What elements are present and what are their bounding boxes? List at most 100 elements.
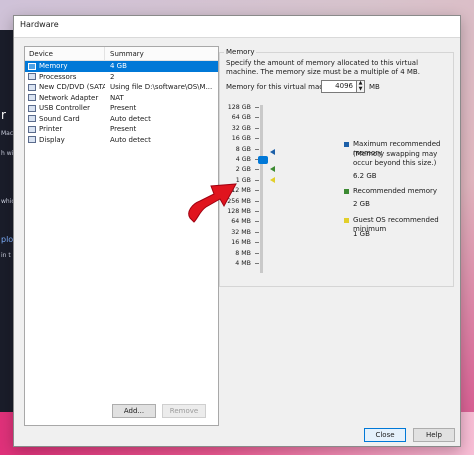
remove-button[interactable]: Remove <box>162 404 206 418</box>
dialog-titlebar[interactable]: Hardware <box>14 16 460 38</box>
background-text-fragment: r <box>1 108 6 122</box>
memory-icon <box>28 62 36 70</box>
annotation-arrow-icon <box>188 183 237 223</box>
device-summary: Auto detect <box>110 114 151 123</box>
annotation-arrow-shape <box>188 183 237 223</box>
device-summary: NAT <box>110 93 124 102</box>
background-app-strip: r Mac h wi which plo in t <box>0 30 18 420</box>
device-summary: Present <box>110 104 137 112</box>
device-row[interactable]: Printer Present <box>25 124 218 135</box>
add-button[interactable]: Add... <box>112 404 156 418</box>
device-row[interactable]: Display Auto detect <box>25 135 218 146</box>
device-name: Sound Card <box>39 114 80 123</box>
device-summary: Auto detect <box>110 135 151 144</box>
device-row[interactable]: New CD/DVD (SATA) Using file D:\software\… <box>25 82 218 93</box>
background-text-fragment: h wi <box>1 150 14 157</box>
sound-card-icon <box>28 115 36 123</box>
memory-group: Memory Specify the amount of memory allo… <box>219 48 454 287</box>
memory-description: Specify the amount of memory allocated t… <box>226 59 420 76</box>
max-recommended-value: 6.2 GB <box>353 172 377 180</box>
memory-input[interactable]: 4096 <box>321 80 357 93</box>
memory-tick-mark <box>255 211 259 212</box>
memory-tick-label: 32 MB <box>231 228 251 236</box>
memory-tick-label: 2 GB <box>235 166 251 174</box>
help-button[interactable]: Help <box>413 428 455 442</box>
device-name: Printer <box>39 125 63 133</box>
device-list-header: Device Summary <box>25 47 218 61</box>
memory-tick-mark <box>255 263 259 264</box>
usb-icon <box>28 104 36 112</box>
memory-tick-label: 128 GB <box>227 104 251 111</box>
memory-group-title: Memory <box>224 48 257 56</box>
guest-minimum-marker <box>270 176 275 183</box>
background-text-fragment: in t <box>1 252 11 259</box>
device-row[interactable]: USB Controller Present <box>25 103 218 114</box>
memory-tick-mark <box>255 148 259 150</box>
device-cell: Sound Card <box>25 114 105 125</box>
memory-tick-mark <box>255 200 259 202</box>
memory-tick-label: 16 GB <box>231 135 251 143</box>
device-cell: Printer <box>25 124 105 135</box>
memory-tick-label: 8 GB <box>235 145 251 153</box>
device-row[interactable]: Memory 4 GB <box>25 61 218 72</box>
max-recommended-marker <box>270 149 275 156</box>
memory-unit: MB <box>369 83 380 91</box>
memory-tick-label: 8 MB <box>235 249 251 257</box>
memory-tick-label: 16 MB <box>231 239 251 247</box>
recommended-label: Recommended memory <box>353 187 438 195</box>
device-summary: Present <box>110 125 137 133</box>
dialog-title: Hardware <box>20 20 59 29</box>
hardware-dialog: Hardware Device Summary Memory 4 GB Proces… <box>13 15 461 447</box>
memory-tick-mark <box>255 221 259 223</box>
spin-down-icon[interactable]: ▼ <box>357 86 364 93</box>
memory-tick-label: 32 GB <box>231 124 251 132</box>
max-recommended-legend-icon <box>344 142 349 147</box>
memory-tick-label: 4 MB <box>235 260 251 267</box>
device-summary: Using file D:\software\OS\M... <box>110 83 213 91</box>
background-text-fragment: Mac <box>1 130 14 137</box>
device-rows: Memory 4 GB Processors 2 New CD/DVD (SATA) Us… <box>25 61 218 145</box>
device-cell: USB Controller <box>25 103 105 114</box>
device-name: Processors <box>39 72 77 81</box>
display-icon <box>28 136 36 144</box>
device-name: Display <box>39 135 65 144</box>
device-name: Network Adapter <box>39 93 99 102</box>
recommended-marker <box>270 166 275 173</box>
memory-tick-mark <box>255 107 259 108</box>
guest-minimum-legend-icon <box>344 218 349 223</box>
guest-minimum-value: 1 GB <box>353 230 370 238</box>
recommended-value: 2 GB <box>353 200 370 208</box>
device-row[interactable]: Sound Card Auto detect <box>25 114 218 125</box>
device-cell: Display <box>25 135 105 146</box>
printer-icon <box>28 125 36 133</box>
device-name: New CD/DVD (SATA) <box>39 83 105 91</box>
cd-dvd-icon <box>28 83 36 91</box>
memory-tick-mark <box>255 231 259 233</box>
max-recommended-note: (Memory swapping may occur beyond this s… <box>353 150 438 167</box>
memory-tick-label: 4 GB <box>235 156 251 163</box>
memory-tick-mark <box>255 138 259 140</box>
memory-tick-mark <box>255 127 259 129</box>
device-row[interactable]: Network Adapter NAT <box>25 93 218 104</box>
device-cell: New CD/DVD (SATA) <box>25 82 105 93</box>
memory-tick-mark <box>255 252 259 254</box>
column-header-device[interactable]: Device <box>25 47 105 60</box>
background-text-fragment: plo <box>1 235 14 244</box>
memory-tick-mark <box>255 242 259 244</box>
device-summary: 4 GB <box>110 62 127 70</box>
memory-slider-track[interactable] <box>260 105 263 273</box>
memory-slider-thumb[interactable] <box>258 156 268 164</box>
close-button[interactable]: Close <box>364 428 406 442</box>
device-cell: Memory <box>25 61 105 72</box>
recommended-legend-icon <box>344 189 349 194</box>
device-cell: Processors <box>25 72 105 83</box>
device-cell: Network Adapter <box>25 93 105 104</box>
device-summary: 2 <box>110 72 115 81</box>
network-adapter-icon <box>28 94 36 102</box>
memory-tick-mark <box>255 190 259 192</box>
device-list: Device Summary Memory 4 GB Processors 2 New … <box>24 46 219 426</box>
column-header-summary[interactable]: Summary <box>105 47 144 61</box>
device-row[interactable]: Processors 2 <box>25 72 218 83</box>
memory-spinner[interactable]: ▲ ▼ <box>357 80 365 93</box>
memory-tick-mark <box>255 117 259 119</box>
